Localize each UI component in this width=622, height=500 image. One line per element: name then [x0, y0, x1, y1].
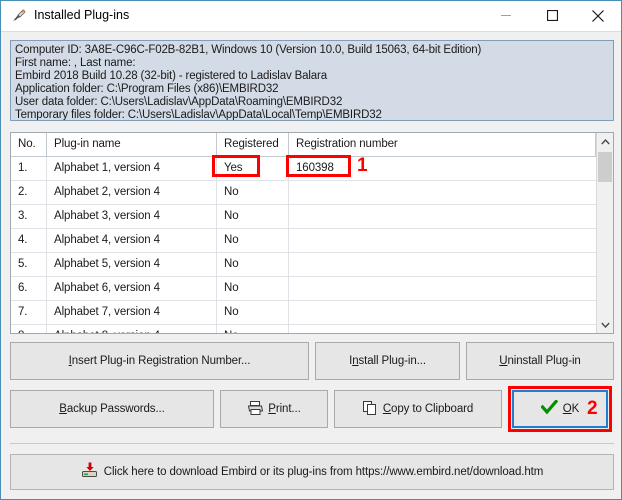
- download-drive-icon: [81, 462, 98, 483]
- print-button-mnemonic: P: [268, 403, 276, 415]
- cell-registered: Yes: [217, 157, 289, 180]
- table-header-row: No. Plug-in name Registered Registration…: [11, 133, 596, 157]
- close-icon: [592, 9, 604, 22]
- scroll-down-button[interactable]: [597, 316, 613, 333]
- cell-registered: No: [217, 229, 289, 252]
- cell-name: Alphabet 1, version 4: [47, 157, 217, 180]
- backup-button-label: ackup Passwords...: [66, 403, 165, 415]
- copy-icon: [362, 400, 378, 418]
- cell-no: 8.: [11, 325, 47, 333]
- info-line-application-folder: Application folder: C:\Program Files (x8…: [15, 83, 279, 95]
- uninstall-button-label: ninstall Plug-in: [507, 355, 581, 367]
- table-row[interactable]: 8. Alphabet 8, version 4 No: [11, 325, 596, 333]
- cell-name: Alphabet 4, version 4: [47, 229, 217, 252]
- copy-button-mnemonic: C: [382, 403, 392, 415]
- maximize-icon: [546, 10, 558, 21]
- copy-button-label: opy to Clipboard: [391, 403, 474, 415]
- chevron-up-icon: [600, 138, 610, 144]
- download-link-label: Click here to download Embird or its plu…: [103, 466, 544, 478]
- ok-button-mnemonic: O: [562, 403, 572, 415]
- cell-number: [289, 253, 596, 276]
- cell-number: [289, 277, 596, 300]
- column-header-number: Registration number: [289, 133, 596, 156]
- window-title: Installed Plug-ins: [34, 8, 130, 22]
- minimize-icon: [500, 15, 511, 16]
- cell-number: [289, 325, 596, 333]
- install-button-label: stall Plug-in...: [358, 355, 426, 367]
- info-line-registration: Embird 2018 Build 10.28 (32-bit) - regis…: [15, 70, 327, 82]
- scroll-up-button[interactable]: [597, 133, 613, 150]
- system-info-panel: Computer ID: 3A8E-C96C-F02B-82B1, Window…: [10, 40, 614, 121]
- plugins-table: No. Plug-in name Registered Registration…: [10, 132, 614, 334]
- cell-name: Alphabet 7, version 4: [47, 301, 217, 324]
- column-header-name: Plug-in name: [47, 133, 217, 156]
- column-header-registered: Registered: [217, 133, 289, 156]
- cell-number: 160398: [296, 162, 334, 174]
- cell-registered: No: [217, 325, 289, 333]
- cell-registered: No: [217, 301, 289, 324]
- cell-name: Alphabet 3, version 4: [47, 205, 217, 228]
- backup-passwords-button[interactable]: Backup Passwords...: [10, 390, 214, 428]
- table-row[interactable]: 6. Alphabet 6, version 4 No: [11, 277, 596, 301]
- cell-registered: No: [217, 277, 289, 300]
- table-row[interactable]: 2. Alphabet 2, version 4 No: [11, 181, 596, 205]
- scrollbar-thumb[interactable]: [598, 152, 612, 182]
- green-check-icon: [540, 399, 559, 418]
- title-bar: Installed Plug-ins: [1, 1, 621, 32]
- table-row[interactable]: 1. Alphabet 1, version 4 Yes 160398: [11, 157, 596, 181]
- table-row[interactable]: 5. Alphabet 5, version 4 No: [11, 253, 596, 277]
- cell-no: 3.: [11, 205, 47, 228]
- cell-number: [289, 205, 596, 228]
- print-button[interactable]: Print...: [220, 390, 328, 428]
- cell-no: 7.: [11, 301, 47, 324]
- print-button-label: rint...: [275, 403, 301, 415]
- cell-number: [289, 229, 596, 252]
- info-line-computer-id: Computer ID: 3A8E-C96C-F02B-82B1, Window…: [15, 44, 482, 56]
- printer-icon: [247, 400, 264, 418]
- table-row[interactable]: 3. Alphabet 3, version 4 No: [11, 205, 596, 229]
- info-line-temp-folder: Temporary files folder: C:\Users\Ladisla…: [15, 109, 382, 121]
- insert-plugin-registration-number-button[interactable]: Insert Plug-in Registration Number...: [10, 342, 309, 380]
- cell-name: Alphabet 2, version 4: [47, 181, 217, 204]
- uninstall-plugin-button[interactable]: Uninstall Plug-in: [466, 342, 614, 380]
- installed-plugins-dialog: Installed Plug-ins Computer ID: 3A8E-C96…: [0, 0, 622, 500]
- minimize-button[interactable]: [483, 1, 529, 30]
- chevron-down-icon: [600, 322, 610, 328]
- cell-registered: No: [217, 181, 289, 204]
- cell-name: Alphabet 6, version 4: [47, 277, 217, 300]
- cell-no: 1.: [11, 157, 47, 180]
- cell-no: 6.: [11, 277, 47, 300]
- column-header-no: No.: [11, 133, 47, 156]
- cell-number: [289, 301, 596, 324]
- ok-button[interactable]: OK: [512, 390, 608, 428]
- info-line-name: First name: , Last name:: [15, 57, 136, 69]
- cell-no: 4.: [11, 229, 47, 252]
- cell-name: Alphabet 5, version 4: [47, 253, 217, 276]
- ok-button-label: K: [571, 403, 580, 415]
- uninstall-button-mnemonic: U: [499, 355, 508, 367]
- table-row[interactable]: 4. Alphabet 4, version 4 No: [11, 229, 596, 253]
- hummingbird-icon: [10, 7, 28, 25]
- cell-number: [289, 181, 596, 204]
- divider: [10, 443, 614, 444]
- close-button[interactable]: [575, 1, 621, 30]
- download-link-bar[interactable]: Click here to download Embird or its plu…: [10, 454, 614, 490]
- backup-button-mnemonic: B: [59, 403, 67, 415]
- cell-registered: No: [217, 205, 289, 228]
- cell-registered: No: [217, 253, 289, 276]
- table-row[interactable]: 7. Alphabet 7, version 4 No: [11, 301, 596, 325]
- maximize-button[interactable]: [529, 1, 575, 30]
- copy-to-clipboard-button[interactable]: Copy to Clipboard: [334, 390, 502, 428]
- vertical-scrollbar[interactable]: [596, 133, 613, 333]
- insert-button-label: nsert Plug-in Registration Number...: [71, 355, 251, 367]
- cell-name: Alphabet 8, version 4: [47, 325, 217, 333]
- install-plugin-button[interactable]: Install Plug-in...: [315, 342, 460, 380]
- cell-no: 2.: [11, 181, 47, 204]
- cell-no: 5.: [11, 253, 47, 276]
- info-line-user-data-folder: User data folder: C:\Users\Ladislav\AppD…: [15, 96, 343, 108]
